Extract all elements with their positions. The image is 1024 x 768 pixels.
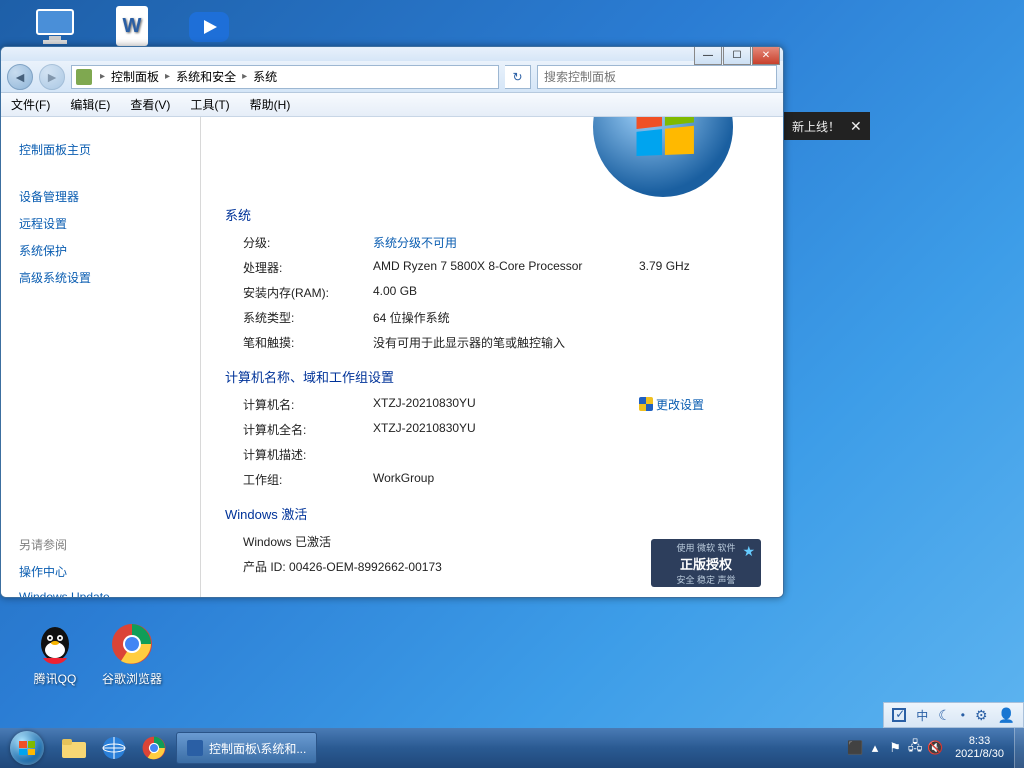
minimize-button[interactable]: — [694,47,722,65]
titlebar[interactable] [1,47,783,61]
sidebar-remote-settings[interactable]: 远程设置 [19,215,182,232]
clock-time: 8:33 [955,735,1004,748]
change-settings-link[interactable]: 更改设置 [656,398,704,412]
pinned-explorer[interactable] [54,728,94,768]
breadcrumb-l2[interactable]: 系统 [251,68,279,85]
system-tray: ⬛ ▴ ⚑ 🖧 🔇 8:33 2021/8/30 [845,728,1024,768]
pinned-chrome[interactable] [134,728,174,768]
sidebar: 控制面板主页 设备管理器 远程设置 系统保护 高级系统设置 另请参阅 操作中心 … [1,117,201,597]
ime-lang[interactable]: 中 [916,707,928,724]
pen-value: 没有可用于此显示器的笔或触控输入 [373,334,759,351]
address-bar: ◄ ► ▸ 控制面板 ▸ 系统和安全 ▸ 系统 ↻ [1,61,783,93]
sidebar-see-also-label: 另请参阅 [19,536,182,553]
moon-icon[interactable]: ☾ [938,707,951,724]
rating-label: 分级: [243,234,373,251]
svg-text:W: W [123,15,142,37]
person-icon[interactable]: 👤 [998,707,1015,724]
desktop-icon-label: 腾讯QQ [18,670,92,687]
ram-label: 安装内存(RAM): [243,284,373,301]
breadcrumb[interactable]: ▸ 控制面板 ▸ 系统和安全 ▸ 系统 [71,65,499,89]
tray-flag-icon[interactable]: ⚑ [885,740,905,756]
search-input[interactable] [537,65,777,89]
nav-forward-button[interactable]: ► [39,64,65,90]
desc-label: 计算机描述: [243,446,373,463]
tray-network-icon[interactable]: 🖧 [905,737,925,759]
type-label: 系统类型: [243,309,373,326]
desktop-icon-chrome[interactable]: 谷歌浏览器 [95,620,169,687]
desktop-icon-computer[interactable] [18,2,92,52]
ram-value: 4.00 GB [373,284,759,301]
section-name-title: 计算机名称、域和工作组设置 [225,367,759,386]
content-pane: 系统 分级:系统分级不可用 处理器:AMD Ryzen 7 5800X 8-Co… [201,117,783,597]
workgroup-label: 工作组: [243,471,373,488]
cpu-label: 处理器: [243,259,373,276]
full-name-value: XTZJ-20210830YU [373,421,759,438]
sidebar-windows-update[interactable]: Windows Update [19,590,182,598]
language-bar[interactable]: 中 ☾ • ⚙ 👤 [883,702,1024,728]
pc-name-label: 计算机名: [243,396,373,413]
ime-check-icon[interactable] [892,708,906,722]
clock-date: 2021/8/30 [955,748,1004,761]
taskbar: 控制面板\系统和... ⬛ ▴ ⚑ 🖧 🔇 8:33 2021/8/30 [0,728,1024,768]
control-panel-window: — ☐ ✕ ◄ ► ▸ 控制面板 ▸ 系统和安全 ▸ 系统 ↻ 文件(F) 编辑… [0,46,784,598]
control-panel-icon [76,69,92,85]
type-value: 64 位操作系统 [373,309,759,326]
task-icon [187,740,203,756]
full-name-label: 计算机全名: [243,421,373,438]
shield-icon [639,397,653,411]
start-button[interactable] [0,728,54,768]
punct-icon[interactable]: • [961,708,965,722]
genuine-badge[interactable]: ★ 使用 微软 软件 正版授权 安全 稳定 声誉 [651,539,761,587]
maximize-button[interactable]: ☐ [723,47,751,65]
desc-value [373,446,759,463]
menu-tools[interactable]: 工具(T) [180,96,239,113]
close-button[interactable]: ✕ [752,47,780,65]
menu-help[interactable]: 帮助(H) [240,96,301,113]
nav-back-button[interactable]: ◄ [7,64,33,90]
popup-notification: 新上线！ ✕ [784,112,870,140]
cpu-value: AMD Ryzen 7 5800X 8-Core Processor [373,259,639,276]
menu-edit[interactable]: 编辑(E) [60,96,120,113]
sidebar-system-protection[interactable]: 系统保护 [19,242,182,259]
menu-file[interactable]: 文件(F) [1,96,60,113]
menu-bar: 文件(F) 编辑(E) 查看(V) 工具(T) 帮助(H) [1,93,783,117]
popup-close-icon[interactable]: ✕ [850,118,862,135]
pinned-browser[interactable] [94,728,134,768]
tray-security-icon[interactable]: ⬛ [845,740,865,756]
refresh-button[interactable]: ↻ [505,65,531,89]
desktop-icon-video[interactable] [172,2,246,52]
chevron-right-icon[interactable]: ▸ [163,71,172,82]
pen-label: 笔和触摸: [243,334,373,351]
gear-icon[interactable]: ⚙ [975,707,988,724]
desktop-icon-wps[interactable]: W [95,2,169,52]
windows-logo-icon [593,117,733,197]
chevron-right-icon[interactable]: ▸ [98,71,107,82]
sidebar-action-center[interactable]: 操作中心 [19,563,182,580]
section-system-title: 系统 [225,205,759,224]
sidebar-home[interactable]: 控制面板主页 [19,141,182,158]
rating-value[interactable]: 系统分级不可用 [373,234,759,251]
star-icon: ★ [742,543,755,560]
desktop-icon-qq[interactable]: 腾讯QQ [18,620,92,687]
cpu-speed: 3.79 GHz [639,259,759,276]
desktop-icon-label: 谷歌浏览器 [95,670,169,687]
taskbar-item-control-panel[interactable]: 控制面板\系统和... [176,732,317,764]
breadcrumb-l1[interactable]: 系统和安全 [174,68,238,85]
show-desktop-button[interactable] [1014,728,1024,768]
popup-text: 新上线！ [792,118,840,135]
section-activation-title: Windows 激活 [225,504,759,523]
workgroup-value: WorkGroup [373,471,759,488]
chevron-right-icon[interactable]: ▸ [240,71,249,82]
menu-view[interactable]: 查看(V) [120,96,180,113]
tray-volume-icon[interactable]: 🔇 [925,740,945,756]
tray-clock[interactable]: 8:33 2021/8/30 [945,735,1014,761]
sidebar-advanced-settings[interactable]: 高级系统设置 [19,269,182,286]
tray-chevron-icon[interactable]: ▴ [865,740,885,756]
pc-name-value: XTZJ-20210830YU [373,396,639,413]
task-label: 控制面板\系统和... [209,740,306,757]
breadcrumb-root[interactable]: 控制面板 [109,68,161,85]
sidebar-device-manager[interactable]: 设备管理器 [19,188,182,205]
